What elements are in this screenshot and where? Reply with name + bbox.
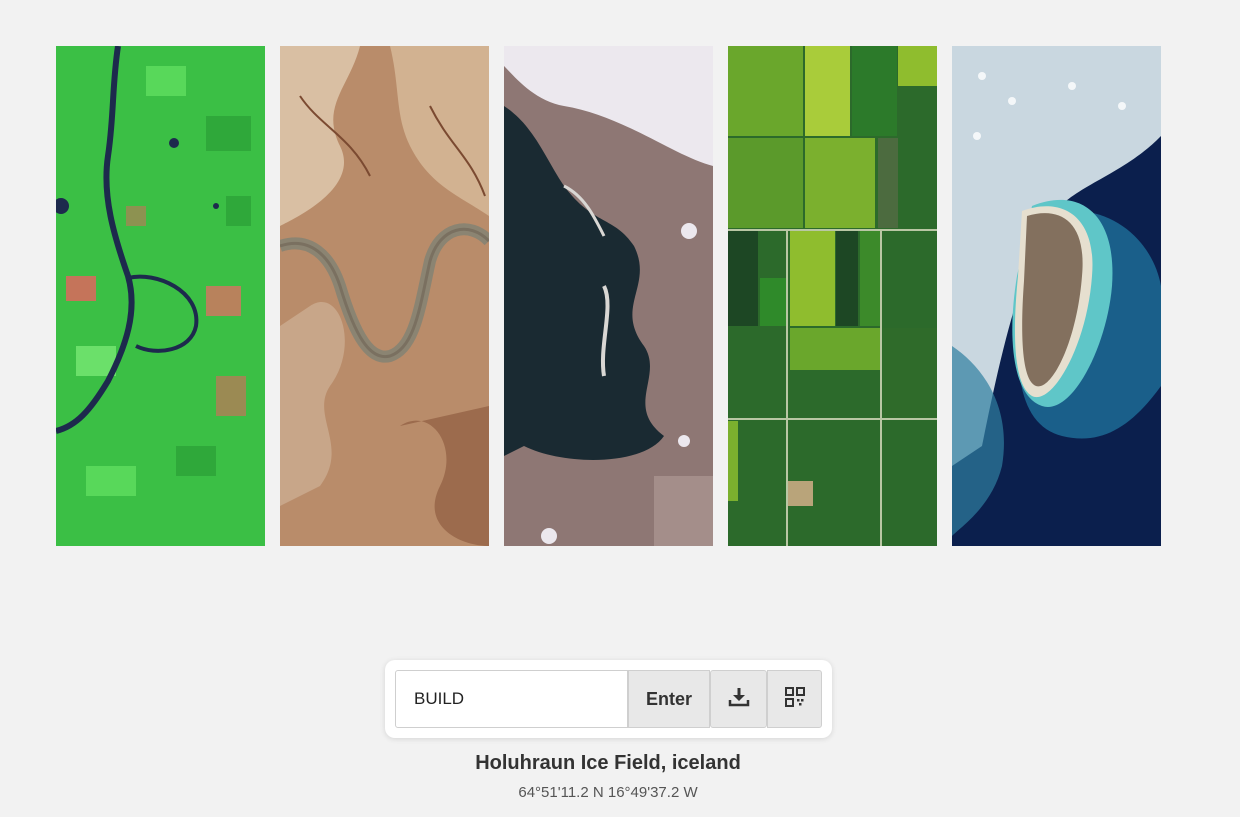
island-turquoise-sea-satellite-image[interactable] — [952, 46, 1161, 546]
download-icon — [728, 686, 750, 713]
green-river-farmland-satellite-image[interactable] — [56, 46, 265, 546]
controls-panel: Enter — [385, 660, 832, 738]
location-coordinates: 64°51'11.2 N 16°49'37.2 W — [518, 784, 698, 801]
download-button[interactable] — [710, 670, 767, 728]
qr-code-icon — [784, 686, 805, 712]
enter-button[interactable]: Enter — [628, 670, 710, 728]
desert-canyon-river-satellite-image[interactable] — [280, 46, 489, 546]
qr-code-button[interactable] — [767, 670, 822, 728]
word-input[interactable] — [395, 670, 628, 728]
green-crop-fields-satellite-image[interactable] — [728, 46, 937, 546]
location-title: Holuhraun Ice Field, iceland — [475, 752, 741, 774]
dark-lake-coastline-satellite-image[interactable] — [504, 46, 713, 546]
